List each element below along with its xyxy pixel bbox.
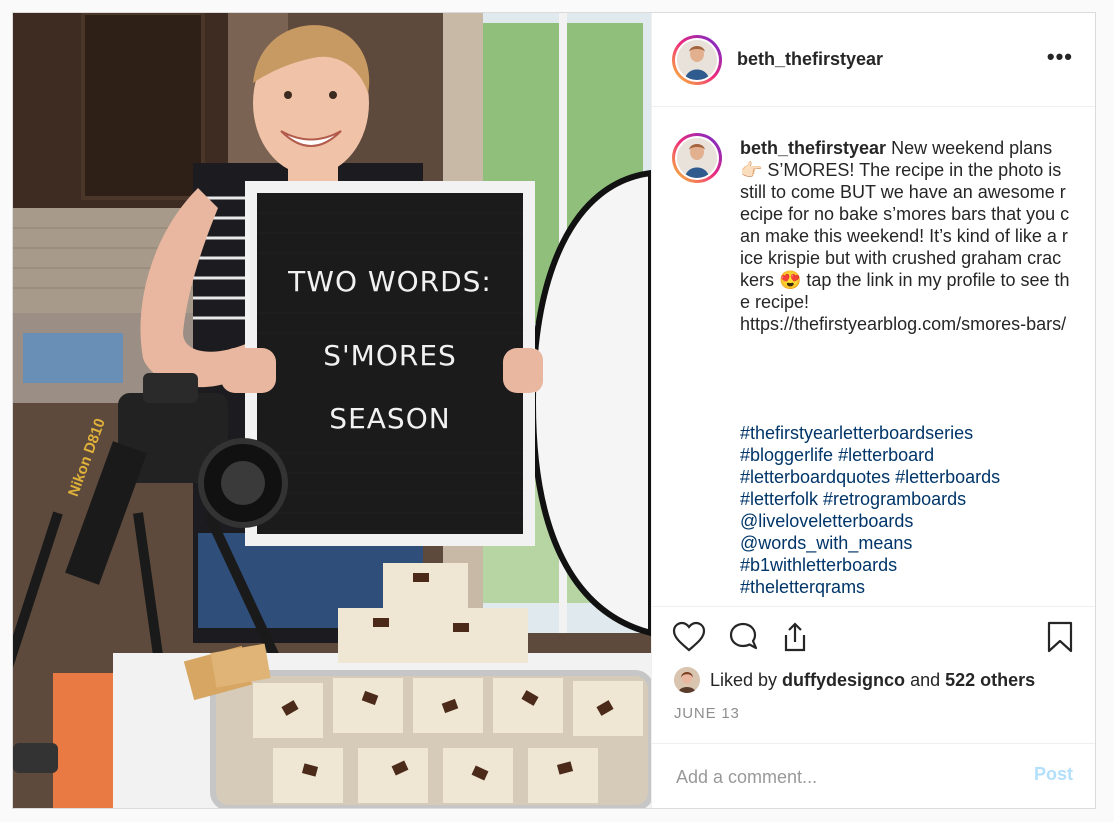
avatar[interactable]: [672, 35, 722, 85]
comment-box: Post: [652, 743, 1095, 808]
letterboard-text-line1: TWO WORDS:: [288, 265, 492, 298]
likes-prefix: Liked by: [710, 670, 783, 690]
heart-icon[interactable]: [672, 621, 706, 653]
comments-section: beth_thefirstyear New weekend plans 👉🏻 S…: [652, 107, 1095, 607]
comment-input[interactable]: [674, 762, 998, 792]
caption: beth_thefirstyear New weekend plans 👉🏻 S…: [740, 137, 1070, 335]
more-icon[interactable]: •••: [1047, 46, 1073, 68]
post-date[interactable]: JUNE 13: [674, 705, 740, 722]
tag-line[interactable]: @words_with_means: [740, 532, 1070, 554]
letterboard-text-line2: S'MORES: [323, 339, 457, 372]
liker-username[interactable]: duffydesignco: [782, 670, 905, 690]
letterboard-text-line3: SEASON: [329, 402, 451, 435]
tag-line[interactable]: #bloggerlife #letterboard: [740, 444, 1070, 466]
header-username[interactable]: beth_thefirstyear: [737, 49, 883, 70]
share-icon[interactable]: [778, 621, 812, 653]
post-photo[interactable]: TWO WORDS: S'MORES SEASON Nikon D810: [13, 13, 651, 808]
caption-avatar[interactable]: [672, 133, 722, 183]
tag-line[interactable]: #b1withletterboards: [740, 554, 1070, 576]
tag-line[interactable]: #letterfolk #retrogramboards: [740, 488, 1070, 510]
tag-line[interactable]: #letterboardquotes #letterboards: [740, 466, 1070, 488]
likes-text[interactable]: Liked by duffydesignco and 522 others: [710, 670, 1035, 691]
tag-line[interactable]: @liveloveletterboards: [740, 510, 1070, 532]
post-side-panel: beth_thefirstyear ••• beth_thefirstyear …: [651, 13, 1095, 808]
instagram-post: TWO WORDS: S'MORES SEASON Nikon D810 bet…: [12, 12, 1096, 809]
tag-line[interactable]: #thefirstyearletterboardseries: [740, 422, 1070, 444]
post-header: beth_thefirstyear •••: [652, 13, 1095, 107]
tag-line[interactable]: #theletterqrams: [740, 576, 1070, 598]
bookmark-icon[interactable]: [1045, 621, 1075, 653]
likes-middle: and: [905, 670, 946, 690]
post-button[interactable]: Post: [1034, 764, 1073, 785]
caption-text: New weekend plans 👉🏻 S’MORES! The recipe…: [740, 138, 1070, 334]
likes-others[interactable]: 522 others: [945, 670, 1035, 690]
comment-icon[interactable]: [726, 621, 760, 653]
caption-username[interactable]: beth_thefirstyear: [740, 138, 886, 158]
action-bar: [652, 609, 1095, 669]
liker-avatar[interactable]: [674, 667, 700, 693]
caption-tags: #thefirstyearletterboardseries #bloggerl…: [740, 422, 1070, 598]
